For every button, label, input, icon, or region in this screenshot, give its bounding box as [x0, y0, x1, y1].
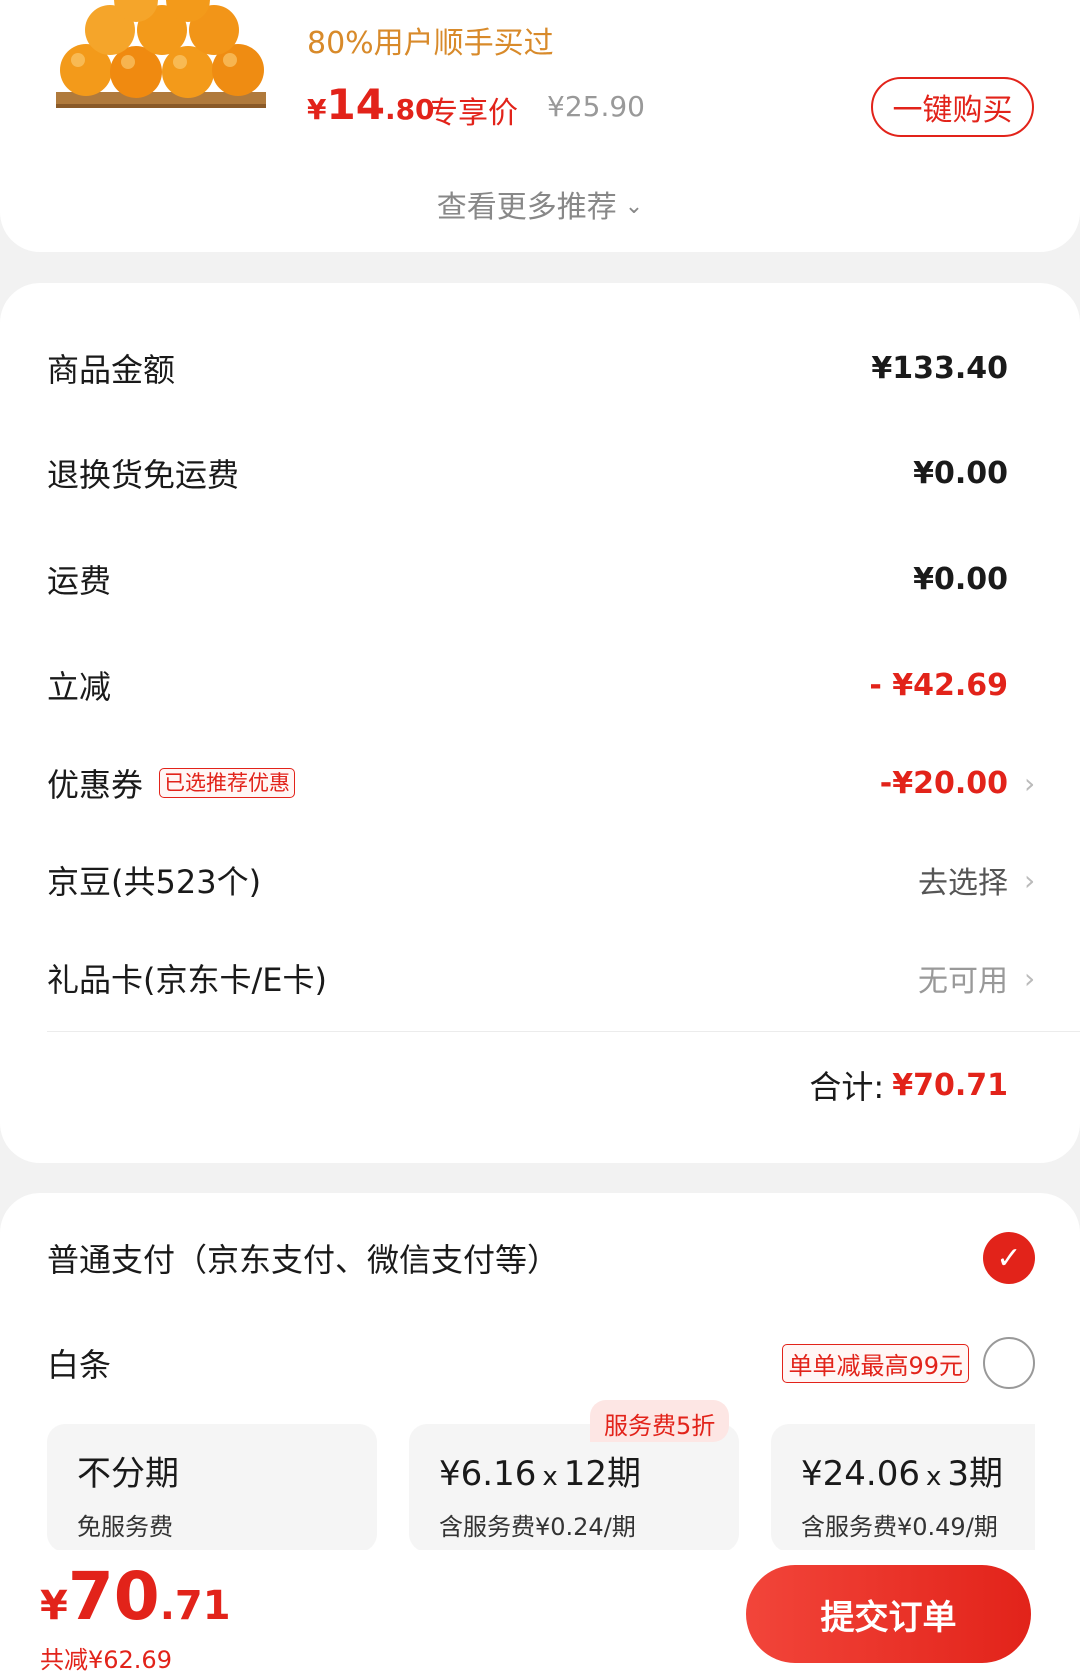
- coupon-value-group: -¥20.00 ›: [879, 765, 1035, 801]
- service-fee-discount-badge: 服务费5折: [590, 1400, 730, 1442]
- submit-order-button[interactable]: 提交订单: [746, 1565, 1031, 1663]
- radio-unselected-icon[interactable]: [983, 1337, 1035, 1389]
- plan-title: ¥6.16 x 12期: [439, 1446, 739, 1495]
- payment-option-baitiao[interactable]: 白条 单单减最高99元: [47, 1333, 1035, 1393]
- summary-row-return-shipping: 退换货免运费 ¥0.00: [47, 443, 1008, 503]
- summary-label: 商品金额: [47, 351, 176, 389]
- plan-amount: ¥6.16: [439, 1454, 537, 1494]
- plan-title: ¥24.06 x 3期: [801, 1446, 1035, 1495]
- recommend-card: 80%用户顺手买过 ¥14.80 专享价 ¥25.90 一键购买 查看更多推荐 ⌄: [0, 0, 1080, 252]
- payment-option-label: 普通支付（京东支付、微信支付等）: [47, 1241, 560, 1279]
- summary-label: 京豆(共523个): [47, 863, 262, 901]
- baitiao-right-group: 单单减最高99元: [782, 1337, 1035, 1389]
- checkout-bottom-bar: ¥70.71 共减¥62.69 提交订单: [0, 1550, 1080, 1677]
- summary-row-instant-discount: 立减 - ¥42.69: [47, 655, 1008, 715]
- price-symbol: ¥: [307, 93, 327, 126]
- price-summary-card: 商品金额 ¥133.40 退换货免运费 ¥0.00 运费 ¥0.00 立减 - …: [0, 283, 1080, 1163]
- total-symbol: ¥: [40, 1583, 68, 1629]
- exclusive-price-label: 专享价: [428, 96, 518, 131]
- installment-plan-none[interactable]: 不分期 免服务费: [47, 1424, 377, 1552]
- summary-value: - ¥42.69: [869, 667, 1008, 703]
- beans-value-group: 去选择 ›: [918, 858, 1035, 902]
- summary-row-shipping: 运费 ¥0.00: [47, 549, 1008, 609]
- baitiao-promo-badge: 单单减最高99元: [782, 1343, 969, 1383]
- total-label: 合计:: [809, 1068, 885, 1106]
- installment-plan-3[interactable]: ¥24.06 x 3期 含服务费¥0.49/期: [771, 1424, 1035, 1552]
- summary-label: 优惠券: [47, 766, 144, 804]
- price-integer: 14: [326, 80, 385, 129]
- summary-row-gift-card[interactable]: 礼品卡(京东卡/E卡) 无可用 ›: [47, 948, 1035, 1008]
- plan-subtitle: 含服务费¥0.24/期: [439, 1513, 636, 1541]
- chevron-right-icon: ›: [1024, 766, 1036, 800]
- checkmark-selected-icon[interactable]: ✓: [983, 1232, 1035, 1284]
- summary-row-goods-amount: 商品金额 ¥133.40: [47, 338, 1008, 398]
- chevron-down-icon: ⌄: [624, 194, 644, 219]
- summary-label: 礼品卡(京东卡/E卡): [47, 961, 327, 999]
- summary-row-coupon[interactable]: 优惠券 已选推荐优惠 -¥20.00 ›: [47, 753, 1035, 813]
- summary-label: 立减: [47, 668, 112, 706]
- summary-row-jd-beans[interactable]: 京豆(共523个) 去选择 ›: [47, 850, 1035, 910]
- payment-option-label: 白条: [47, 1346, 112, 1384]
- multiply-sign: x: [925, 1462, 942, 1492]
- total-saved: 共减¥62.69: [40, 1646, 172, 1674]
- payable-total: ¥70.71: [40, 1558, 231, 1635]
- summary-value: ¥133.40: [871, 350, 1008, 386]
- summary-value: ¥0.00: [913, 455, 1008, 491]
- chevron-right-icon: ›: [1024, 961, 1036, 995]
- original-price: ¥25.90: [547, 90, 645, 123]
- summary-value: 去选择: [918, 866, 1008, 901]
- plan-title: 不分期: [77, 1454, 179, 1494]
- summary-value: 无可用: [918, 964, 1008, 999]
- plan-subtitle: 免服务费: [77, 1513, 173, 1541]
- multiply-sign: x: [542, 1462, 558, 1492]
- plan-subtitle: 含服务费¥0.49/期: [801, 1513, 998, 1541]
- payment-option-normal[interactable]: 普通支付（京东支付、微信支付等） ✓: [47, 1228, 1035, 1288]
- plan-amount: ¥24.06: [801, 1454, 920, 1494]
- chevron-right-icon: ›: [1024, 863, 1036, 897]
- coupon-label-group: 优惠券 已选推荐优惠: [47, 760, 296, 806]
- more-recommendations-link[interactable]: 查看更多推荐 ⌄: [0, 182, 1080, 226]
- total-decimal: .71: [159, 1583, 231, 1629]
- summary-label: 运费: [47, 562, 112, 600]
- total-value: ¥70.71: [892, 1067, 1008, 1103]
- total-integer: 70: [67, 1558, 160, 1635]
- divider: [47, 1031, 1080, 1032]
- coupon-recommended-badge: 已选推荐优惠: [159, 768, 296, 798]
- more-recommendations-label: 查看更多推荐: [436, 190, 617, 225]
- plan-periods: 3期: [947, 1454, 1003, 1494]
- summary-label: 退换货免运费: [47, 456, 240, 494]
- one-click-buy-button[interactable]: 一键购买: [871, 77, 1034, 137]
- gift-card-value-group: 无可用 ›: [918, 956, 1035, 1000]
- product-image-oranges[interactable]: [48, 0, 274, 112]
- installment-plan-12[interactable]: ¥6.16 x 12期 含服务费¥0.24/期: [409, 1424, 739, 1552]
- recommend-tag: 80%用户顺手买过: [307, 26, 554, 61]
- plan-periods: 12期: [563, 1454, 641, 1494]
- recommend-price: ¥14.80: [307, 80, 435, 129]
- summary-value: ¥0.00: [913, 561, 1008, 597]
- summary-total: 合计: ¥70.71: [809, 1055, 1008, 1115]
- summary-value: -¥20.00: [879, 765, 1008, 801]
